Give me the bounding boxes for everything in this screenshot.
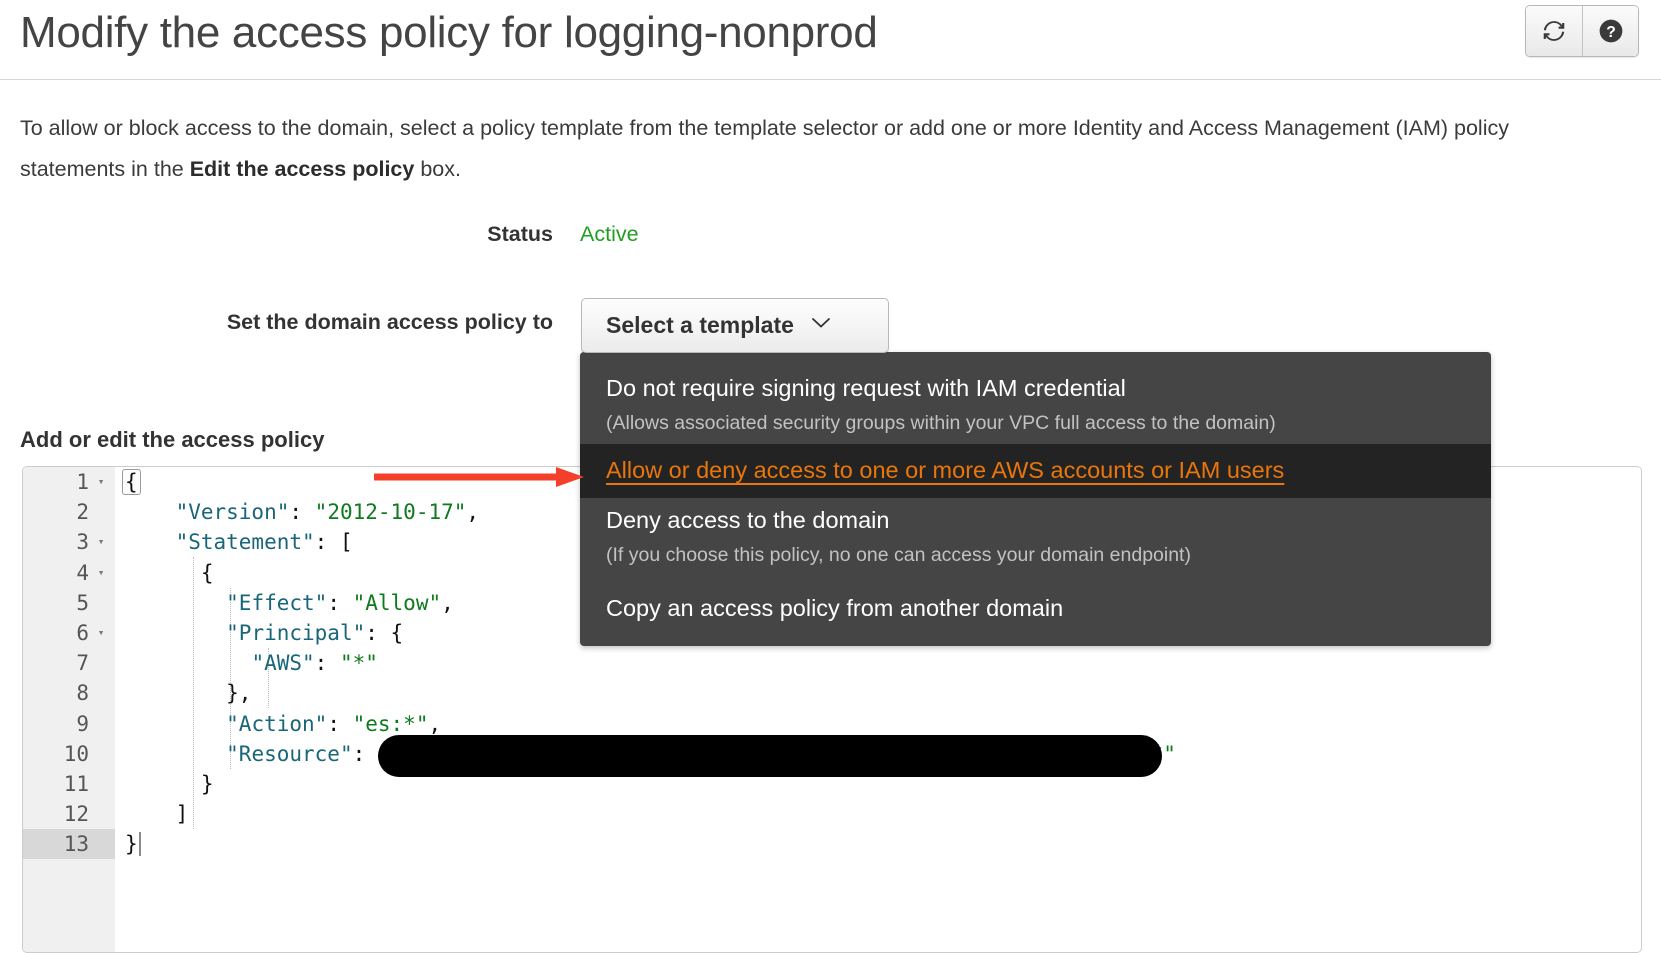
gutter-line[interactable]: 10 — [23, 739, 115, 769]
gutter-line[interactable]: 4 ▾ — [23, 558, 115, 588]
json-key: "Action" — [226, 711, 328, 736]
json-string: "*" — [339, 651, 378, 676]
json-punct: { — [200, 560, 214, 585]
gutter-line[interactable]: 6 ▾ — [23, 618, 115, 648]
chevron-down-icon — [810, 316, 832, 335]
gutter-line[interactable]: 2 — [23, 497, 115, 527]
line-number: 11 — [63, 771, 89, 796]
json-punct: : — [327, 590, 353, 615]
menu-item-allow-deny-accounts[interactable]: Allow or deny access to one or more AWS … — [580, 444, 1491, 498]
code-line: }, — [125, 678, 1641, 708]
json-key: "Principal" — [226, 620, 366, 645]
code-line: ] — [125, 799, 1641, 829]
line-number: 7 — [76, 651, 89, 676]
page-title: Modify the access policy for logging-non… — [20, 8, 878, 57]
line-number: 2 — [76, 500, 89, 525]
gutter-line[interactable]: 12 — [23, 799, 115, 829]
status-badge: Active — [580, 222, 639, 246]
json-punct: : [ — [314, 530, 353, 555]
gutter-line[interactable]: 8 — [23, 678, 115, 708]
svg-text:?: ? — [1606, 24, 1616, 41]
json-string: "Allow" — [352, 590, 442, 615]
json-punct: } — [200, 771, 214, 796]
refresh-icon — [1541, 18, 1567, 44]
json-punct: ] — [175, 802, 189, 827]
gutter-line[interactable]: 11 — [23, 769, 115, 799]
json-punct: }, — [226, 681, 252, 706]
json-key: "Statement" — [175, 530, 315, 555]
line-number: 8 — [76, 681, 89, 706]
fold-toggle-icon[interactable]: ▾ — [93, 467, 109, 497]
json-punct: , — [441, 590, 454, 615]
menu-item-title: Do not require signing request with IAM … — [606, 375, 1126, 401]
matching-brace: { — [122, 469, 141, 495]
fold-toggle-icon[interactable]: ▾ — [93, 558, 109, 588]
menu-spacer — [580, 576, 1491, 586]
gutter-line[interactable]: 7 — [23, 648, 115, 678]
page-description: To allow or block access to the domain, … — [20, 108, 1520, 190]
menu-item-title: Allow or deny access to one or more AWS … — [606, 457, 1285, 483]
json-punct: : — [289, 500, 315, 525]
line-number: 4 — [76, 560, 89, 585]
header-button-group: ? — [1525, 5, 1639, 57]
menu-item-deny-access[interactable]: Deny access to the domain (If you choose… — [580, 498, 1491, 576]
description-text-2: box. — [414, 157, 461, 181]
gutter-line[interactable]: 3 ▾ — [23, 527, 115, 557]
json-string: "2012-10-17" — [314, 500, 467, 525]
menu-item-copy-policy[interactable]: Copy an access policy from another domai… — [580, 586, 1491, 630]
description-emphasis: Edit the access policy — [189, 157, 415, 181]
fold-toggle-icon[interactable]: ▾ — [93, 618, 109, 648]
page-header: Modify the access policy for logging-non… — [0, 0, 1661, 80]
policy-selector-label: Set the domain access policy to — [226, 310, 553, 334]
line-number: 12 — [63, 802, 89, 827]
json-key: "Effect" — [226, 590, 328, 615]
fold-toggle-icon[interactable]: ▾ — [93, 527, 109, 557]
menu-item-subtitle: (Allows associated security groups withi… — [606, 412, 1276, 434]
text-cursor — [138, 832, 141, 857]
refresh-button[interactable] — [1526, 6, 1582, 56]
gutter-line[interactable]: 9 — [23, 709, 115, 739]
code-line: "AWS": "*" — [125, 648, 1641, 678]
select-template-button[interactable]: Select a template — [581, 298, 889, 353]
json-punct: , — [466, 500, 480, 525]
line-number: 6 — [76, 620, 89, 645]
json-key: "Version" — [175, 500, 290, 525]
json-punct: : { — [365, 620, 404, 645]
line-number: 5 — [76, 590, 89, 615]
editor-gutter: 1 ▾ 2 3 ▾ 4 ▾ 5 6 ▾ 7 8 9 10 11 12 13 — [23, 467, 115, 952]
editor-heading: Add or edit the access policy — [20, 427, 325, 452]
json-key: "Resource" — [226, 741, 353, 766]
help-button[interactable]: ? — [1582, 6, 1638, 56]
json-punct: : — [314, 651, 340, 676]
menu-item-title: Copy an access policy from another domai… — [606, 595, 1064, 621]
gutter-line[interactable]: 1 ▾ — [23, 467, 115, 497]
json-string: "es:*" — [352, 711, 429, 736]
help-icon: ? — [1598, 18, 1624, 44]
line-number: 10 — [63, 741, 89, 766]
json-punct: : — [352, 741, 378, 766]
redaction-bar — [378, 735, 1162, 777]
gutter-line-active[interactable]: 13 — [23, 829, 115, 860]
line-number: 3 — [76, 530, 89, 555]
status-label: Status — [487, 222, 553, 246]
json-punct: } — [125, 832, 138, 857]
line-number: 9 — [76, 711, 89, 736]
json-key: "AWS" — [251, 651, 315, 676]
line-number: 1 — [76, 470, 89, 494]
gutter-line[interactable]: 5 — [23, 588, 115, 618]
line-number: 13 — [63, 832, 89, 857]
json-punct: , — [428, 711, 442, 736]
json-punct: : — [327, 711, 353, 736]
select-template-label: Select a template — [606, 312, 794, 338]
menu-item-no-signing[interactable]: Do not require signing request with IAM … — [580, 366, 1491, 444]
code-line-active: } — [125, 829, 1641, 859]
menu-item-title: Deny access to the domain — [606, 507, 890, 533]
template-dropdown-menu[interactable]: Do not require signing request with IAM … — [580, 352, 1491, 646]
menu-item-subtitle: (If you choose this policy, no one can a… — [606, 544, 1191, 566]
